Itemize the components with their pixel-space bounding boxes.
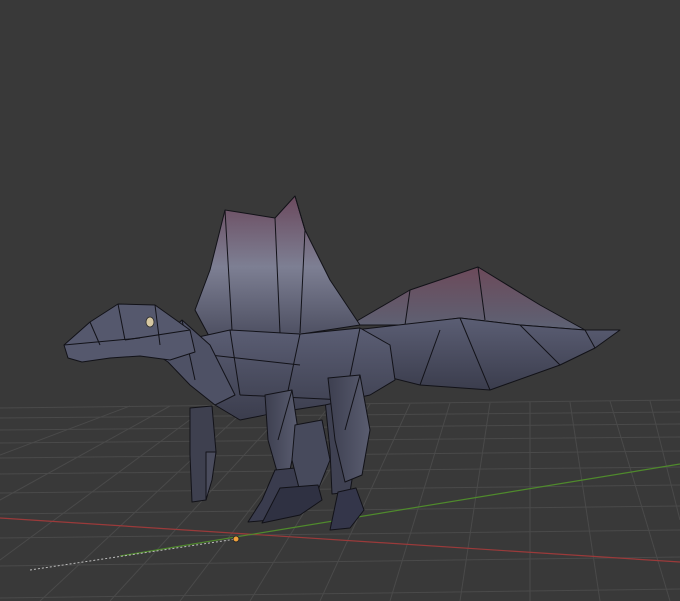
head <box>63 303 196 363</box>
main-sail <box>194 195 361 339</box>
3d-viewport[interactable] <box>0 0 680 601</box>
origin-marker-icon[interactable] <box>232 535 240 543</box>
eye-icon <box>145 316 155 328</box>
viewport-scene[interactable] <box>0 0 680 601</box>
